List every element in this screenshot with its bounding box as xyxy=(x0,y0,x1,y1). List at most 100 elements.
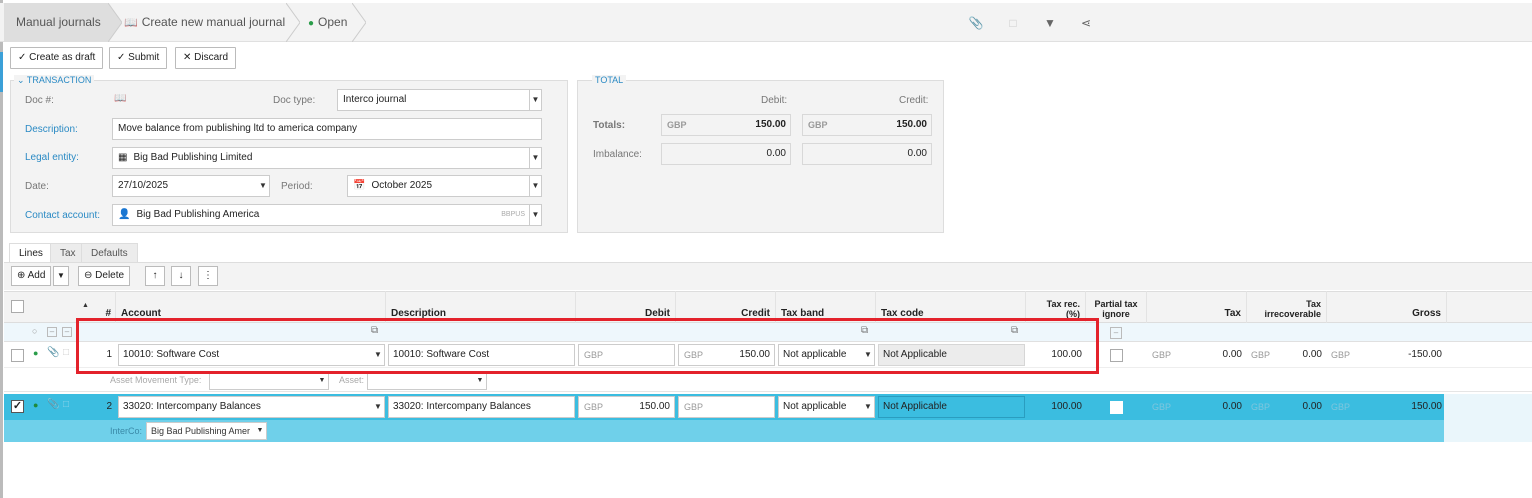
row-checkbox-checked[interactable]: ✓ xyxy=(11,400,24,413)
paperclip-icon[interactable]: 📎 xyxy=(47,347,59,358)
imbalance-label: Imbalance: xyxy=(593,149,642,160)
status-dot-icon: ● xyxy=(308,18,315,29)
currency-label: GBP xyxy=(667,120,687,130)
account-select[interactable]: 33020: Intercompany Balances ▼ xyxy=(118,396,385,418)
debit-input[interactable]: GBP 150.00 xyxy=(578,396,675,418)
description-label: Description: xyxy=(25,124,78,135)
row-checkbox[interactable] xyxy=(11,349,24,362)
line-number: 2 xyxy=(106,401,112,412)
book-icon: 📖 xyxy=(114,93,127,104)
delete-button[interactable]: ⊖ Delete xyxy=(78,266,131,286)
highlight-box xyxy=(76,318,1099,374)
tax-code-field: Not Applicable xyxy=(878,396,1025,418)
gross-value: -150.00 xyxy=(1408,349,1442,360)
delete-label: Delete xyxy=(95,270,125,281)
filter-list-icon[interactable]: ▼ xyxy=(1042,15,1058,31)
imbalance-credit-field: 0.00 xyxy=(802,143,932,165)
sort-asc-icon[interactable]: ▲ xyxy=(82,302,89,309)
submit-button[interactable]: ✓ Submit xyxy=(109,47,168,69)
building-icon: ▦ xyxy=(118,152,128,163)
currency-label: GBP xyxy=(1331,402,1351,412)
date-input[interactable]: 27/10/2025 ▼ xyxy=(112,175,270,197)
chevron-down-icon: ▼ xyxy=(529,90,541,110)
arrow-down-icon: ↓ xyxy=(178,270,184,281)
date-label: Date: xyxy=(25,181,49,192)
currency-label: GBP xyxy=(1331,350,1351,360)
doc-type-value: Interco journal xyxy=(343,94,407,105)
breadcrumb-separator-icon xyxy=(286,3,300,42)
more-options-button[interactable]: ⋮ xyxy=(198,266,218,286)
currency-label: GBP xyxy=(808,120,828,130)
discard-label: Discard xyxy=(194,52,229,63)
description-input[interactable]: 33020: Intercompany Balances xyxy=(388,396,575,418)
credit-header-label: Credit: xyxy=(899,95,929,106)
tab-defaults[interactable]: Defaults xyxy=(81,243,138,263)
account-value: 33020: Intercompany Balances xyxy=(123,401,261,412)
col-tax-irrecoverable[interactable]: Tax irrecoverable xyxy=(1247,291,1327,323)
move-down-button[interactable]: ↓ xyxy=(171,266,191,286)
partial-tax-ignore-checkbox[interactable] xyxy=(1110,401,1123,414)
interco-select[interactable]: Big Bad Publishing Amer ▼ xyxy=(146,422,267,440)
calendar-icon: 📅 xyxy=(353,180,366,191)
tax-value: 0.00 xyxy=(1222,349,1242,360)
contact-account-select[interactable]: 👤 Big Bad Publishing America BBPUS ▼ xyxy=(112,204,542,226)
tax-band-value: Not applicable xyxy=(783,401,847,412)
doc-type-label: Doc type: xyxy=(273,95,316,106)
description-input[interactable]: Move balance from publishing ltd to amer… xyxy=(112,118,542,140)
chevron-down-icon: ⌄ xyxy=(17,75,25,85)
legal-entity-select[interactable]: ▦ Big Bad Publishing Limited ▼ xyxy=(112,147,542,169)
transaction-legend-label: TRANSACTION xyxy=(26,75,92,85)
contact-account-value: Big Bad Publishing America xyxy=(136,209,260,220)
filter-minus-icon[interactable]: – xyxy=(47,327,57,337)
comment-icon[interactable]: □ xyxy=(1005,15,1021,31)
doc-type-select[interactable]: Interco journal ▼ xyxy=(337,89,542,111)
add-label: Add xyxy=(27,270,46,281)
more-vertical-icon: ⋮ xyxy=(203,270,213,281)
col-tax[interactable]: Tax xyxy=(1147,291,1247,323)
select-all-checkbox[interactable] xyxy=(11,300,24,313)
interco-value: Big Bad Publishing Amer xyxy=(151,426,251,436)
add-dropdown-button[interactable]: ▼ xyxy=(53,266,69,286)
plus-circle-icon: ⊕ xyxy=(17,270,26,281)
filter-circle-icon[interactable]: ○ xyxy=(32,326,37,336)
add-button[interactable]: ⊕ Add xyxy=(11,266,52,286)
tax-band-select[interactable]: Not applicable ▼ xyxy=(778,396,875,418)
period-select[interactable]: 📅 October 2025 ▼ xyxy=(347,175,542,197)
period-label: Period: xyxy=(281,181,313,192)
breadcrumb-manual-journals[interactable]: Manual journals xyxy=(4,3,108,42)
total-legend: TOTAL xyxy=(592,75,627,85)
chevron-down-icon: ▼ xyxy=(57,271,65,280)
currency-label: GBP xyxy=(584,402,604,412)
breadcrumb-separator-icon xyxy=(352,3,366,42)
paperclip-icon[interactable]: 📎 xyxy=(968,15,984,31)
credit-input[interactable]: GBP xyxy=(678,396,775,418)
legal-entity-label: Legal entity: xyxy=(25,152,79,163)
asset-movement-type-select[interactable]: ▼ xyxy=(209,372,329,390)
user-icon: 👤 xyxy=(118,209,131,220)
comment-icon[interactable]: □ xyxy=(63,399,69,410)
partial-tax-ignore-checkbox[interactable] xyxy=(1110,349,1123,362)
filter-minus-icon[interactable]: – xyxy=(1110,327,1122,339)
asset-select[interactable]: ▼ xyxy=(367,372,487,390)
paperclip-icon[interactable]: 📎 xyxy=(47,399,59,410)
arrow-up-icon: ↑ xyxy=(152,270,158,281)
breadcrumb-create-journal[interactable]: 📖 Create new manual journal xyxy=(124,3,285,42)
debit-value: 150.00 xyxy=(639,401,670,412)
debit-total-value: 150.00 xyxy=(755,119,786,130)
currency-label: GBP xyxy=(1251,350,1271,360)
transaction-legend[interactable]: ⌄ TRANSACTION xyxy=(14,75,95,86)
create-as-draft-button[interactable]: ✓ Create as draft xyxy=(10,47,104,69)
filter-minus-icon[interactable]: – xyxy=(62,327,72,337)
period-value: October 2025 xyxy=(371,180,433,191)
comment-icon[interactable]: □ xyxy=(63,347,69,358)
breadcrumb: Manual journals 📖 Create new manual journ… xyxy=(0,3,1532,42)
row-filler xyxy=(1444,394,1532,442)
tab-lines[interactable]: Lines xyxy=(9,243,53,263)
col-gross[interactable]: Gross xyxy=(1327,291,1447,323)
move-up-button[interactable]: ↑ xyxy=(145,266,165,286)
interco-label: InterCo: xyxy=(110,426,143,436)
workflow-icon[interactable]: ⋖ xyxy=(1078,15,1094,31)
chevron-down-icon: ▼ xyxy=(316,373,328,389)
discard-button[interactable]: ✕ Discard xyxy=(175,47,237,69)
minus-circle-icon: ⊖ xyxy=(84,270,93,281)
